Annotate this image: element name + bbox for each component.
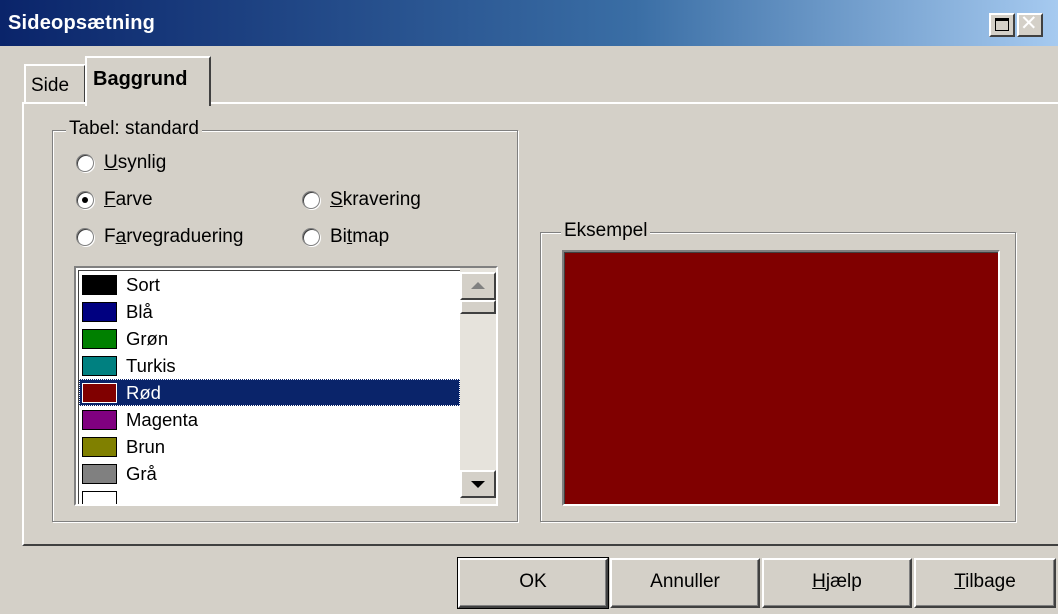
- color-swatch: [82, 301, 117, 322]
- color-list-item[interactable]: Sort: [79, 271, 460, 298]
- color-preview: [564, 252, 998, 504]
- window-title: Sideopsætning: [8, 12, 156, 34]
- preview-group-label: Eksempel: [561, 221, 651, 241]
- title-bar: Sideopsætning ✕: [0, 0, 1058, 46]
- radio-usynlig[interactable]: Usynlig: [76, 152, 166, 174]
- color-swatch: [82, 409, 117, 430]
- color-swatch: [82, 382, 117, 403]
- color-name: Grøn: [126, 328, 169, 349]
- radio-farvegraduering-label: Farvegraduering: [104, 226, 244, 247]
- color-name: Grå: [126, 463, 157, 484]
- tab-side[interactable]: Side: [24, 64, 86, 104]
- color-swatch: [82, 355, 117, 376]
- tab-baggrund[interactable]: Baggrund: [85, 56, 211, 106]
- color-name: Turkis: [126, 355, 176, 376]
- color-swatch: [82, 436, 117, 457]
- color-list-scrollbar[interactable]: [460, 268, 496, 504]
- color-list: Sort Blå Grøn Turkis Rød Magenta Brun Grå: [78, 270, 460, 504]
- scroll-down-button[interactable]: [460, 470, 496, 498]
- radio-circle: [302, 228, 320, 246]
- color-name: Rød: [126, 382, 161, 403]
- tab-baggrund-label: Baggrund: [93, 68, 188, 90]
- cancel-button[interactable]: Annuller: [610, 558, 760, 608]
- radio-farvegraduering[interactable]: Farvegraduering: [76, 226, 243, 248]
- radio-skravering-label: Skravering: [330, 189, 421, 210]
- radio-bitmap-label: Bitmap: [330, 226, 390, 247]
- color-list-item[interactable]: Grå: [79, 460, 460, 487]
- radio-skravering[interactable]: Skravering: [302, 189, 421, 211]
- close-icon: ✕: [1020, 11, 1038, 35]
- color-list-item[interactable]: Blå: [79, 298, 460, 325]
- color-list-item[interactable]: Grøn: [79, 325, 460, 352]
- arrow-up-icon: [471, 282, 485, 289]
- color-name: Magenta: [126, 409, 198, 430]
- color-list-item[interactable]: Magenta: [79, 406, 460, 433]
- color-swatch: [82, 490, 117, 504]
- radio-farve[interactable]: Farve: [76, 189, 153, 211]
- color-swatch: [82, 463, 117, 484]
- color-listbox[interactable]: Sort Blå Grøn Turkis Rød Magenta Brun Grå: [74, 266, 498, 506]
- color-name: Blå: [126, 301, 153, 322]
- radio-circle: [76, 154, 94, 172]
- color-name: Sort: [126, 274, 160, 295]
- arrow-down-icon: [471, 481, 485, 488]
- color-list-item[interactable]: Turkis: [79, 352, 460, 379]
- ok-button[interactable]: OK: [457, 557, 609, 609]
- radio-circle: [302, 191, 320, 209]
- radio-farve-label: Farve: [104, 189, 153, 210]
- tab-side-label: Side: [31, 75, 70, 96]
- color-name: Brun: [126, 436, 166, 457]
- maximize-icon: [995, 18, 1009, 31]
- close-button[interactable]: ✕: [1017, 11, 1043, 37]
- radio-circle: [76, 228, 94, 246]
- fill-group-label: Tabel: standard: [66, 119, 202, 139]
- radio-bitmap[interactable]: Bitmap: [302, 226, 389, 248]
- help-button[interactable]: Hjælp: [762, 558, 912, 608]
- color-swatch: [82, 328, 117, 349]
- preview-frame: [562, 250, 1000, 506]
- scroll-thumb[interactable]: [460, 300, 496, 314]
- scroll-up-button[interactable]: [460, 272, 496, 300]
- maximize-button[interactable]: [989, 13, 1015, 37]
- radio-usynlig-label: Usynlig: [104, 152, 167, 173]
- color-list-item[interactable]: Brun: [79, 433, 460, 460]
- color-swatch: [82, 274, 117, 295]
- color-list-item[interactable]: [79, 487, 460, 504]
- color-list-item[interactable]: Rød: [79, 379, 460, 406]
- back-button[interactable]: Tilbage: [914, 558, 1056, 608]
- radio-circle: [76, 191, 94, 209]
